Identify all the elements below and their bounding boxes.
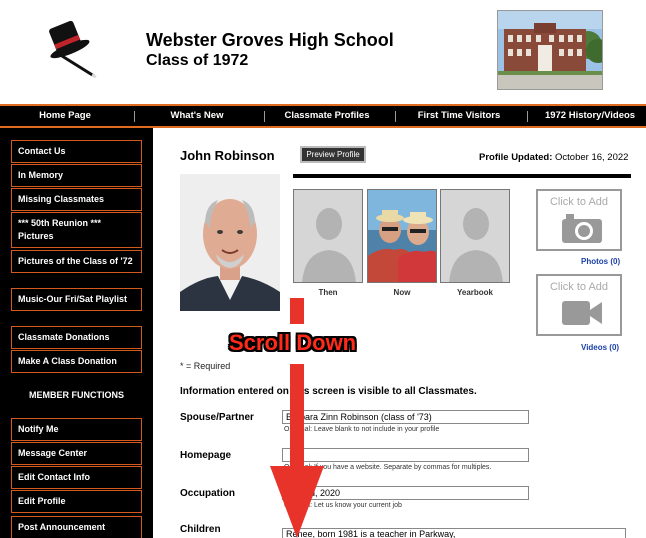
top-hat-logo-icon: [42, 16, 102, 79]
nav-home-page[interactable]: Home Page: [10, 106, 120, 126]
class-name: Class of 1972: [146, 52, 249, 69]
add-video-box[interactable]: Click to Add: [536, 274, 622, 336]
now-label: Now: [393, 288, 411, 297]
nav-whats-new[interactable]: What's New: [142, 106, 252, 126]
children-label: Children: [180, 524, 221, 535]
spouse-label: Spouse/Partner: [180, 412, 254, 423]
profile-name: John Robinson: [180, 148, 275, 163]
sidebar-item-classmate-donations[interactable]: Classmate Donations: [11, 326, 142, 349]
site-header: Webster Groves High School Class of 1972: [0, 0, 646, 104]
sidebar-item-edit-profile[interactable]: Edit Profile: [11, 490, 142, 513]
nav-classmate-profiles[interactable]: Classmate Profiles: [270, 106, 384, 126]
nav-history-videos[interactable]: 1972 History/Videos: [534, 106, 646, 126]
sidebar-item-message-center[interactable]: Message Center: [11, 442, 142, 465]
then-photo-placeholder[interactable]: [293, 189, 363, 283]
add-photo-text: Click to Add: [549, 196, 609, 208]
yearbook-photo-placeholder[interactable]: [440, 189, 510, 283]
profile-updated-date: October 16, 2022: [555, 152, 629, 163]
now-photo[interactable]: [367, 189, 437, 283]
sidebar-item-in-memory[interactable]: In Memory: [11, 164, 142, 187]
school-building-photo: [497, 10, 603, 90]
homepage-label: Homepage: [180, 450, 232, 461]
profile-updated-label: Profile Updated:: [479, 152, 553, 163]
sidebar-item-reunion-pictures[interactable]: *** 50th Reunion *** Pictures: [11, 212, 142, 248]
preview-profile-button[interactable]: Preview Profile: [300, 146, 366, 163]
required-note: * = Required: [180, 361, 231, 371]
top-navigation: Home Page What's New Classmate Profiles …: [0, 104, 646, 128]
add-photo-box[interactable]: Click to Add: [536, 189, 622, 251]
profile-portrait-photo[interactable]: [180, 174, 280, 311]
sidebar-item-class-pictures[interactable]: Pictures of the Class of '72: [11, 250, 142, 273]
sidebar: Contact Us In Memory Missing Classmates …: [0, 128, 153, 538]
sidebar-item-edit-contact-info[interactable]: Edit Contact Info: [11, 466, 142, 489]
sidebar-item-music-playlist[interactable]: Music-Our Fri/Sat Playlist: [11, 288, 142, 311]
sidebar-item-notify-me[interactable]: Notify Me: [11, 418, 142, 441]
nav-separator: [395, 111, 396, 122]
profile-main: John Robinson Preview Profile Profile Up…: [153, 128, 646, 538]
school-name: Webster Groves High School: [146, 30, 394, 50]
nav-separator: [264, 111, 265, 122]
videos-count-link[interactable]: Videos (0): [581, 343, 619, 352]
camera-icon: [562, 214, 602, 243]
nav-separator: [527, 111, 528, 122]
sidebar-item-post-announcement[interactable]: Post Announcement: [11, 516, 142, 538]
sidebar-item-missing-classmates[interactable]: Missing Classmates: [11, 188, 142, 211]
sidebar-item-contact-us[interactable]: Contact Us: [11, 140, 142, 163]
nav-first-time-visitors[interactable]: First Time Visitors: [402, 106, 516, 126]
occupation-label: Occupation: [180, 488, 236, 499]
video-camera-icon: [562, 301, 602, 325]
sidebar-item-make-donation[interactable]: Make A Class Donation: [11, 350, 142, 373]
member-functions-heading: MEMBER FUNCTIONS: [29, 390, 124, 400]
header-rule: [293, 174, 631, 178]
nav-separator: [134, 111, 135, 122]
children-field[interactable]: [282, 528, 626, 538]
profile-updated: Profile Updated: October 16, 2022: [479, 152, 628, 163]
scroll-down-label: Scroll Down: [229, 330, 357, 355]
yearbook-label: Yearbook: [456, 288, 493, 297]
add-video-text: Click to Add: [549, 281, 609, 293]
then-label: Then: [318, 288, 338, 297]
photos-count-link[interactable]: Photos (0): [581, 257, 620, 266]
